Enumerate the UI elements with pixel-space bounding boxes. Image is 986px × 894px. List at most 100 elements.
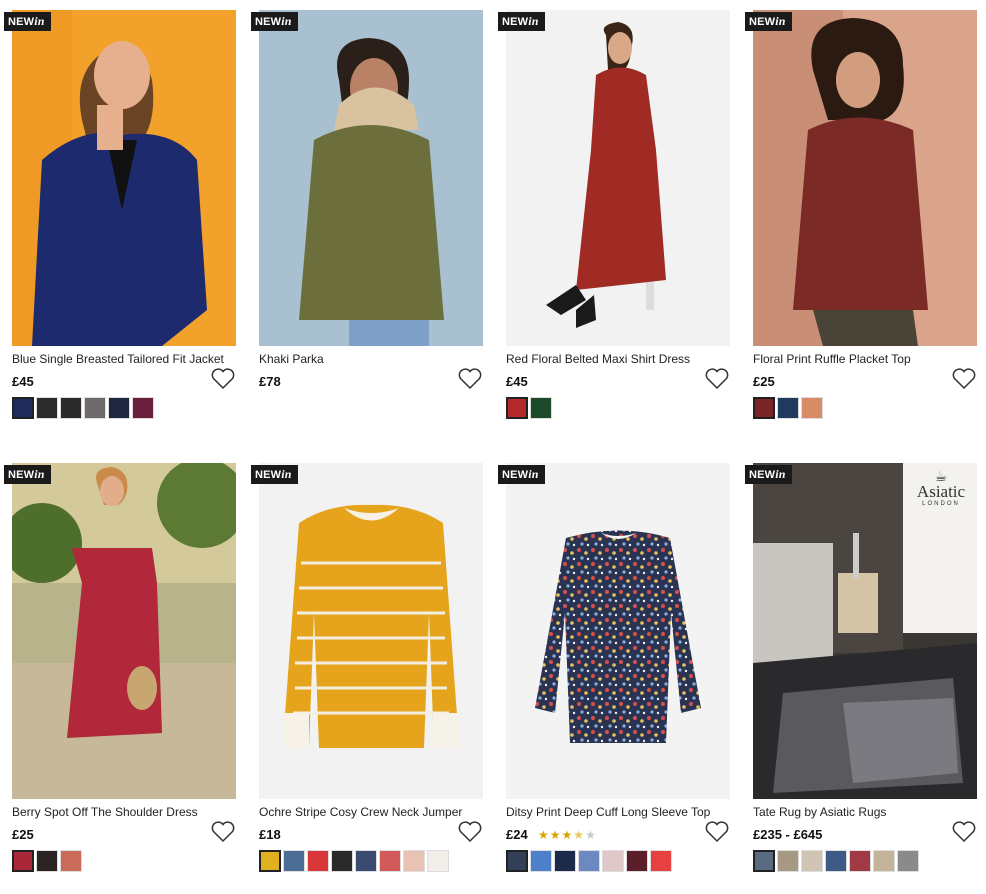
heart-icon[interactable]: [457, 367, 483, 391]
product-card[interactable]: NEWin Red Floral Belted Maxi Shirt Dress…: [498, 0, 730, 430]
teapot-icon: ☕: [934, 468, 948, 484]
new-in-badge: NEWin: [745, 12, 792, 31]
product-title[interactable]: Ditsy Print Deep Cuff Long Sleeve Top: [506, 805, 728, 819]
colour-swatch[interactable]: [132, 397, 154, 419]
heart-icon[interactable]: [704, 367, 730, 391]
colour-swatch[interactable]: [506, 397, 528, 419]
product-title[interactable]: Blue Single Breasted Tailored Fit Jacket: [12, 352, 234, 366]
star-icon: ★: [549, 828, 562, 842]
colour-swatch[interactable]: [331, 850, 353, 872]
colour-swatch[interactable]: [753, 850, 775, 872]
colour-swatches: [506, 850, 672, 872]
product-title[interactable]: Berry Spot Off The Shoulder Dress: [12, 805, 234, 819]
colour-swatch[interactable]: [60, 397, 82, 419]
product-price: £45: [506, 374, 528, 389]
product-price: £45: [12, 374, 34, 389]
colour-swatch[interactable]: [650, 850, 672, 872]
colour-swatch[interactable]: [777, 397, 799, 419]
product-price: £78: [259, 374, 281, 389]
product-price: £18: [259, 827, 281, 842]
colour-swatch[interactable]: [36, 397, 58, 419]
colour-swatches: [12, 397, 154, 419]
product-title[interactable]: Tate Rug by Asiatic Rugs: [753, 805, 975, 819]
star-icon: ★: [585, 828, 597, 842]
product-title[interactable]: Red Floral Belted Maxi Shirt Dress: [506, 352, 728, 366]
colour-swatch[interactable]: [355, 850, 377, 872]
new-in-badge: NEWin: [498, 12, 545, 31]
colour-swatch[interactable]: [307, 850, 329, 872]
colour-swatch[interactable]: [753, 397, 775, 419]
colour-swatch[interactable]: [897, 850, 919, 872]
new-in-badge: NEWin: [251, 465, 298, 484]
colour-swatch[interactable]: [801, 397, 823, 419]
colour-swatch[interactable]: [602, 850, 624, 872]
colour-swatch[interactable]: [36, 850, 58, 872]
product-card[interactable]: NEWin Khaki Parka £78: [251, 0, 483, 430]
product-image[interactable]: [12, 10, 236, 346]
product-card[interactable]: NEWin Floral Print Ruffle Placket Top £2…: [745, 0, 977, 430]
product-card[interactable]: NEWin ☕ Asiatic LONDON Tate Rug by Asiat…: [745, 453, 977, 883]
colour-swatch[interactable]: [530, 850, 552, 872]
colour-swatch[interactable]: [84, 397, 106, 419]
colour-swatch[interactable]: [283, 850, 305, 872]
brand-logo: ☕ Asiatic LONDON: [911, 469, 971, 507]
product-grid: NEWin Blue Single Breasted Tailored Fit …: [0, 0, 986, 894]
colour-swatch[interactable]: [403, 850, 425, 872]
heart-icon[interactable]: [210, 820, 236, 844]
product-price: £25: [12, 827, 34, 842]
star-rating: ★★★★★: [538, 828, 597, 842]
colour-swatch[interactable]: [578, 850, 600, 872]
colour-swatch[interactable]: [530, 397, 552, 419]
colour-swatches: [506, 397, 552, 419]
colour-swatches: [12, 850, 82, 872]
star-icon: ★: [538, 828, 550, 842]
new-in-badge: NEWin: [4, 465, 51, 484]
new-in-badge: NEWin: [745, 465, 792, 484]
product-image[interactable]: [259, 463, 483, 799]
colour-swatch[interactable]: [801, 850, 823, 872]
product-title[interactable]: Khaki Parka: [259, 352, 481, 366]
product-card[interactable]: NEWin Berry Spot Off The Shoulder Dress …: [4, 453, 236, 883]
product-image[interactable]: [259, 10, 483, 346]
new-in-badge: NEWin: [498, 465, 545, 484]
heart-icon[interactable]: [210, 367, 236, 391]
colour-swatch[interactable]: [849, 850, 871, 872]
heart-icon[interactable]: [951, 820, 977, 844]
colour-swatch[interactable]: [626, 850, 648, 872]
colour-swatches: [753, 397, 823, 419]
product-title[interactable]: Floral Print Ruffle Placket Top: [753, 352, 975, 366]
product-price: £24: [506, 827, 528, 842]
colour-swatch[interactable]: [60, 850, 82, 872]
colour-swatch[interactable]: [12, 397, 34, 419]
new-in-badge: NEWin: [251, 12, 298, 31]
product-image[interactable]: [12, 463, 236, 799]
product-card[interactable]: NEWin Ochre Stripe Cosy Crew Neck Jumper…: [251, 453, 483, 883]
new-in-badge: NEWin: [4, 12, 51, 31]
product-image[interactable]: ☕ Asiatic LONDON: [753, 463, 977, 799]
product-price: £25: [753, 374, 775, 389]
star-icon: ★: [561, 828, 574, 842]
colour-swatch[interactable]: [777, 850, 799, 872]
product-title[interactable]: Ochre Stripe Cosy Crew Neck Jumper: [259, 805, 481, 819]
colour-swatch[interactable]: [259, 850, 281, 872]
heart-icon[interactable]: [951, 367, 977, 391]
colour-swatch[interactable]: [427, 850, 449, 872]
colour-swatch[interactable]: [12, 850, 34, 872]
colour-swatch[interactable]: [873, 850, 895, 872]
colour-swatches: [753, 850, 919, 872]
heart-icon[interactable]: [704, 820, 730, 844]
product-card[interactable]: NEWin Ditsy Print Deep Cuff Long Sleeve: [498, 453, 730, 883]
colour-swatch[interactable]: [108, 397, 130, 419]
colour-swatch[interactable]: [825, 850, 847, 872]
product-card[interactable]: NEWin Blue Single Breasted Tailored Fit …: [4, 0, 236, 430]
product-price: £235 - £645: [753, 827, 823, 842]
colour-swatches: [259, 850, 449, 872]
half-star-icon: ★: [573, 828, 586, 842]
product-image[interactable]: [506, 10, 730, 346]
product-image[interactable]: [506, 463, 730, 799]
colour-swatch[interactable]: [506, 850, 528, 872]
colour-swatch[interactable]: [379, 850, 401, 872]
heart-icon[interactable]: [457, 820, 483, 844]
product-image[interactable]: [753, 10, 977, 346]
colour-swatch[interactable]: [554, 850, 576, 872]
